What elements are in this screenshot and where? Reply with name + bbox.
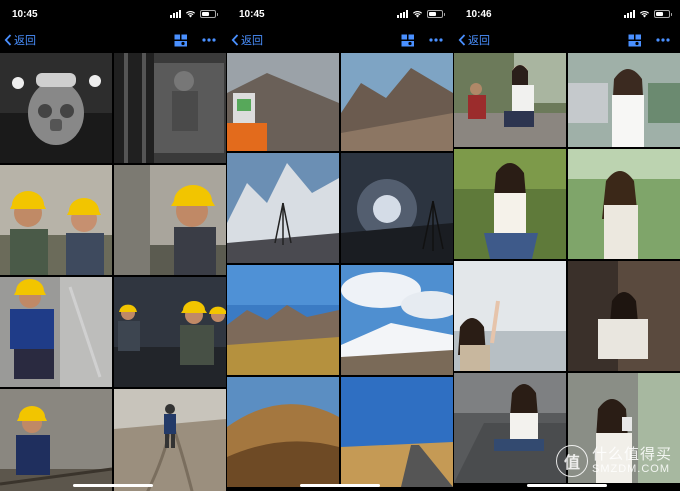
photo-grid — [454, 53, 680, 483]
signal-icon — [170, 10, 181, 18]
nav-bar: 返回 — [227, 28, 453, 52]
battery-icon — [427, 10, 445, 18]
signal-icon — [624, 10, 635, 18]
battery-icon — [654, 10, 672, 18]
photo-grid — [227, 53, 453, 487]
photo-thumbnail[interactable] — [227, 377, 339, 487]
signal-icon — [397, 10, 408, 18]
status-bar: 10:46 — [454, 0, 680, 28]
phone-panel-2: 10:45 返回 — [227, 0, 453, 491]
photo-thumbnail[interactable] — [114, 277, 226, 387]
photo-thumbnail[interactable] — [454, 261, 566, 371]
photo-thumbnail[interactable] — [568, 53, 680, 147]
photo-thumbnail[interactable] — [454, 149, 566, 259]
photo-thumbnail[interactable] — [227, 153, 339, 263]
chevron-left-icon — [231, 34, 239, 46]
more-icon[interactable] — [656, 38, 670, 42]
photo-thumbnail[interactable] — [0, 53, 112, 163]
status-time: 10:45 — [239, 8, 265, 20]
status-time: 10:46 — [466, 8, 492, 20]
status-time: 10:45 — [12, 8, 38, 20]
home-indicator — [300, 484, 380, 487]
photo-thumbnail[interactable] — [114, 165, 226, 275]
status-bar: 10:45 — [227, 0, 453, 28]
photo-thumbnail[interactable] — [341, 153, 453, 263]
gallery-view-icon[interactable] — [628, 34, 642, 47]
photo-thumbnail[interactable] — [227, 53, 339, 151]
back-button[interactable]: 返回 — [231, 32, 263, 48]
back-button[interactable]: 返回 — [458, 32, 490, 48]
photo-thumbnail[interactable] — [114, 53, 226, 163]
watermark-en: SMZDM.COM — [591, 463, 671, 476]
status-bar: 10:45 — [0, 0, 226, 28]
more-icon[interactable] — [202, 38, 216, 42]
home-indicator — [527, 484, 607, 487]
gallery-view-icon[interactable] — [174, 34, 188, 47]
screenshot-stage: 10:45 返回 10:45 返回 10:46 返回 值 什么值得买 SMZDM… — [0, 0, 680, 491]
chevron-left-icon — [4, 34, 12, 46]
gallery-view-icon[interactable] — [401, 34, 415, 47]
photo-thumbnail[interactable] — [568, 261, 680, 371]
photo-thumbnail[interactable] — [341, 377, 453, 487]
wifi-icon — [185, 10, 196, 18]
photo-grid — [0, 53, 226, 491]
back-label: 返回 — [14, 35, 36, 47]
photo-thumbnail[interactable] — [0, 277, 112, 387]
photo-thumbnail[interactable] — [227, 265, 339, 375]
back-button[interactable]: 返回 — [4, 32, 36, 48]
site-watermark: 值 什么值得买 SMZDM.COM — [555, 445, 672, 477]
nav-bar: 返回 — [454, 28, 680, 52]
photo-thumbnail[interactable] — [454, 373, 566, 483]
watermark-badge: 值 — [555, 445, 588, 477]
phone-panel-3: 10:46 返回 值 什么值得买 SMZDM.COM — [454, 0, 680, 491]
photo-thumbnail[interactable] — [0, 389, 112, 491]
wifi-icon — [412, 10, 423, 18]
photo-thumbnail[interactable] — [0, 165, 112, 275]
photo-thumbnail[interactable] — [341, 53, 453, 151]
phone-panel-1: 10:45 返回 — [0, 0, 226, 491]
nav-bar: 返回 — [0, 28, 226, 52]
chevron-left-icon — [458, 34, 466, 46]
photo-thumbnail[interactable] — [454, 53, 566, 147]
back-label: 返回 — [468, 35, 490, 47]
battery-icon — [200, 10, 218, 18]
back-label: 返回 — [241, 35, 263, 47]
wifi-icon — [639, 10, 650, 18]
home-indicator — [73, 484, 153, 487]
watermark-cn: 什么值得买 — [591, 445, 672, 463]
photo-thumbnail[interactable] — [568, 149, 680, 259]
photo-thumbnail[interactable] — [114, 389, 226, 491]
more-icon[interactable] — [429, 38, 443, 42]
photo-thumbnail[interactable] — [341, 265, 453, 375]
